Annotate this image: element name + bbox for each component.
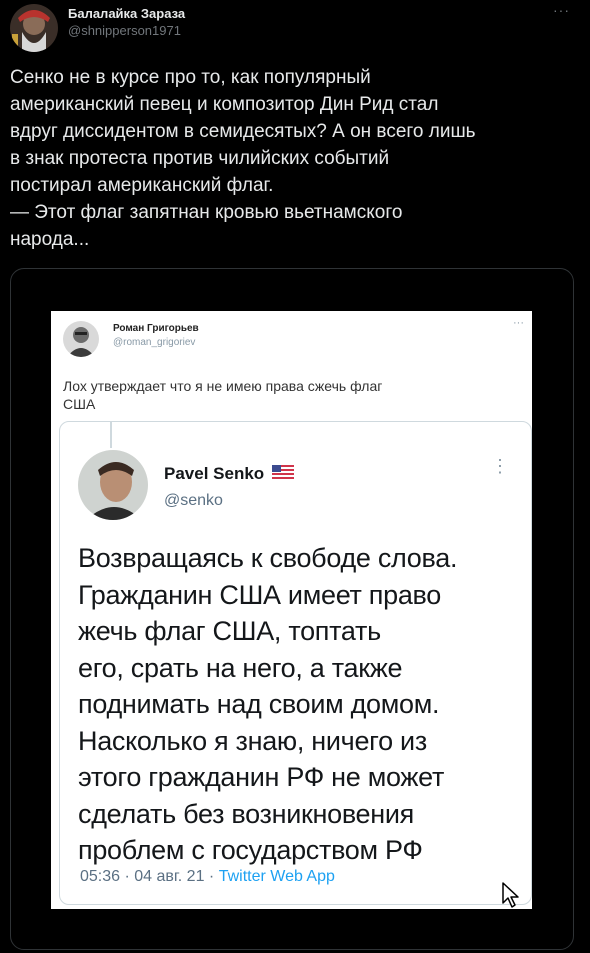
screenshot-more-icon: ··· (513, 317, 524, 329)
tweet-media[interactable]: Роман Григорьев @roman_grigoriev ··· Лох… (10, 268, 574, 950)
tweet-text: Сенко не в курсе про то, как популярный … (10, 67, 476, 250)
screenshot-image: Роман Григорьев @roman_grigoriev ··· Лох… (51, 311, 532, 909)
screenshot-text: Лох утверждает что я не имею права сжечь… (63, 378, 383, 412)
quoted-meta: 05:36 · 04 авг. 21 · Twitter Web App (80, 868, 335, 886)
quoted-tweet: Pavel Senko @senko ⋮ Возвращаясь к свобо… (59, 421, 532, 905)
quoted-text: Возвращаясь к свободе слова. Гражданин С… (78, 543, 458, 865)
screenshot-author-handle: @roman_grigoriev (113, 337, 196, 348)
screenshot-author-avatar (63, 321, 99, 357)
screenshot-author-name: Роман Григорьев (113, 323, 199, 334)
author-handle[interactable]: @shnipperson1971 (68, 23, 181, 38)
author-avatar[interactable] (10, 4, 58, 52)
quoted-more-icon: ⋮ (491, 456, 509, 476)
quoted-author-handle: @senko (164, 492, 223, 509)
author-name[interactable]: Балалайка Зараза (68, 6, 185, 21)
quoted-author-avatar (78, 450, 148, 520)
thread-line (110, 422, 112, 448)
more-icon[interactable]: ··· (553, 2, 570, 18)
quoted-app: Twitter Web App (218, 868, 335, 885)
quoted-author-name: Pavel Senko (164, 464, 265, 483)
quoted-time: 05:36 · 04 авг. 21 · (80, 868, 219, 885)
us-flag-icon (272, 465, 294, 479)
mouse-cursor-icon (501, 881, 521, 909)
